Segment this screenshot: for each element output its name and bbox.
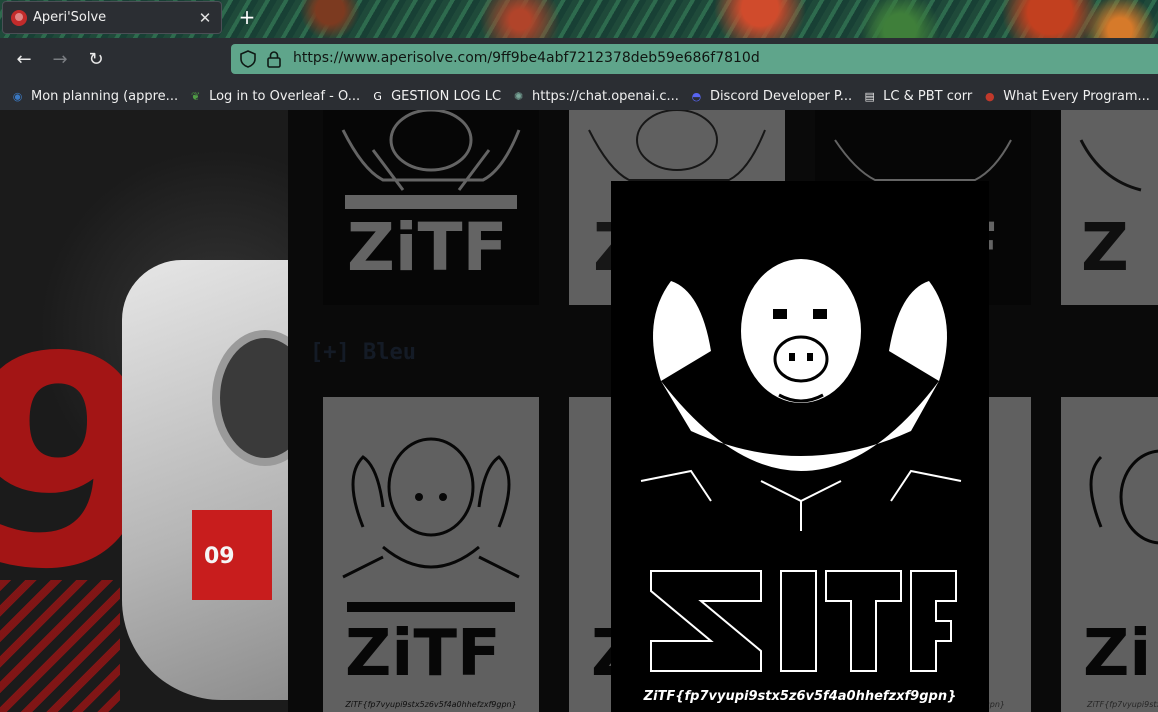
new-tab-button[interactable]: +: [236, 6, 258, 28]
overleaf-icon: ❦: [190, 89, 201, 103]
bookmark-label: Log in to Overleaf - O...: [209, 88, 361, 104]
result-image-tile[interactable]: ZiTF ZiTF{fp7vyupi9stx5z6v5f4a0hhefzxf9g…: [323, 397, 539, 712]
tab-aperisolve[interactable]: Aperi'Solve ✕: [2, 1, 222, 34]
svg-text:Z: Z: [1081, 209, 1129, 286]
result-image-tile[interactable]: ZiTF: [323, 110, 539, 305]
bookmark-label: Discord Developer P...: [709, 88, 853, 104]
url-text[interactable]: https://www.aperisolve.com/9ff9be4abf721…: [293, 50, 760, 66]
svg-text:ZiTF: ZiTF: [345, 617, 501, 691]
aperisolve-favicon-icon: [11, 9, 27, 26]
reload-button[interactable]: ↻: [84, 48, 108, 72]
discord-icon: ◓: [691, 89, 702, 103]
bookmark-item[interactable]: ◓ Discord Developer P...: [689, 88, 853, 104]
bookmark-item[interactable]: ◉ Mon planning (appre...: [10, 89, 178, 104]
result-image-tile[interactable]: Z: [1061, 110, 1158, 305]
bookmark-item[interactable]: ❦ Log in to Overleaf - O...: [188, 89, 360, 104]
tile-flag-text: ZiTF{fp7vyupi9stx5z6v5f4a0hhefzxf9gpn}: [1087, 700, 1158, 709]
back-button[interactable]: ←: [12, 48, 36, 72]
bookmark-label: Mon planning (appre...: [31, 88, 179, 104]
background-artwork: 9 09: [0, 110, 288, 712]
address-bar[interactable]: https://www.aperisolve.com/9ff9be4abf721…: [231, 44, 1158, 74]
gorilla-image: Z: [1079, 139, 1142, 286]
gorilla-image: Zi: [1083, 449, 1158, 691]
page-content: 9 09 ZiTF Z [+] Bleu ZiTF ZiTF{fp7vyupi9…: [0, 110, 1158, 712]
helmet-tag: 09: [192, 510, 272, 600]
bookmark-item[interactable]: G GESTION LOG LC: [370, 89, 501, 104]
openai-icon: ✺: [513, 89, 524, 103]
tile-flag-text: ZiTF{fp7vyupi9stx5z6v5f4a0hhefzxf9gpn}: [345, 700, 517, 709]
section-title-bleu[interactable]: [+] Bleu: [310, 340, 416, 365]
bookmark-item[interactable]: ● What Every Program...: [982, 89, 1150, 104]
bookmark-label: https://chat.openai.c...: [532, 88, 679, 104]
bookmark-label: LC & PBT corr: [883, 88, 973, 104]
result-image-tile[interactable]: Zi ZiTF{fp7vyupi9stx5z6v5f4a0hhefzxf9gpn…: [1061, 397, 1158, 712]
globe-icon: ◉: [12, 89, 23, 103]
gorilla-bitplane-image: [640, 259, 962, 672]
gorilla-image: ZiTF: [341, 110, 521, 286]
bookmarks-bar: ◉ Mon planning (appre... ❦ Log in to Overle…: [0, 82, 1158, 110]
navigation-toolbar: ← → ↻ https://www.aperisolve.com/9ff9be4…: [0, 38, 1158, 82]
tab-strip: Aperi'Solve ✕ +: [0, 0, 1158, 38]
svg-text:Zi: Zi: [1083, 617, 1151, 691]
close-tab-icon[interactable]: ✕: [197, 9, 213, 27]
google-icon: G: [373, 89, 382, 103]
bookmark-label: What Every Program...: [1003, 88, 1150, 104]
tracking-shield-icon[interactable]: [239, 50, 257, 68]
tab-title: Aperi'Solve: [33, 10, 107, 25]
gorilla-image: ZiTF: [342, 437, 520, 691]
red-stripes-decoration: [0, 580, 120, 712]
svg-text:ZiTF: ZiTF: [347, 209, 508, 286]
enlarged-image-lightbox[interactable]: ZiTF{fp7vyupi9stx5z6v5f4a0hhefzxf9gpn}: [611, 181, 989, 712]
lock-icon[interactable]: [265, 50, 283, 68]
document-icon: ▤: [864, 89, 875, 103]
bookmark-item[interactable]: ▤ LC & PBT corr: [862, 89, 972, 104]
helmet-tag-text: 09: [204, 544, 235, 569]
bookmark-item[interactable]: ✺ https://chat.openai.c...: [511, 89, 679, 104]
apple-icon: ●: [984, 89, 995, 103]
flag-text: ZiTF{fp7vyupi9stx5z6v5f4a0hhefzxf9gpn}: [643, 689, 957, 704]
forward-button[interactable]: →: [48, 48, 72, 72]
browser-window: Aperi'Solve ✕ + ← → ↻ https://www.aperis…: [0, 0, 1158, 712]
bookmark-label: GESTION LOG LC: [391, 88, 502, 104]
robot-helmet-illustration: 09: [122, 260, 288, 700]
